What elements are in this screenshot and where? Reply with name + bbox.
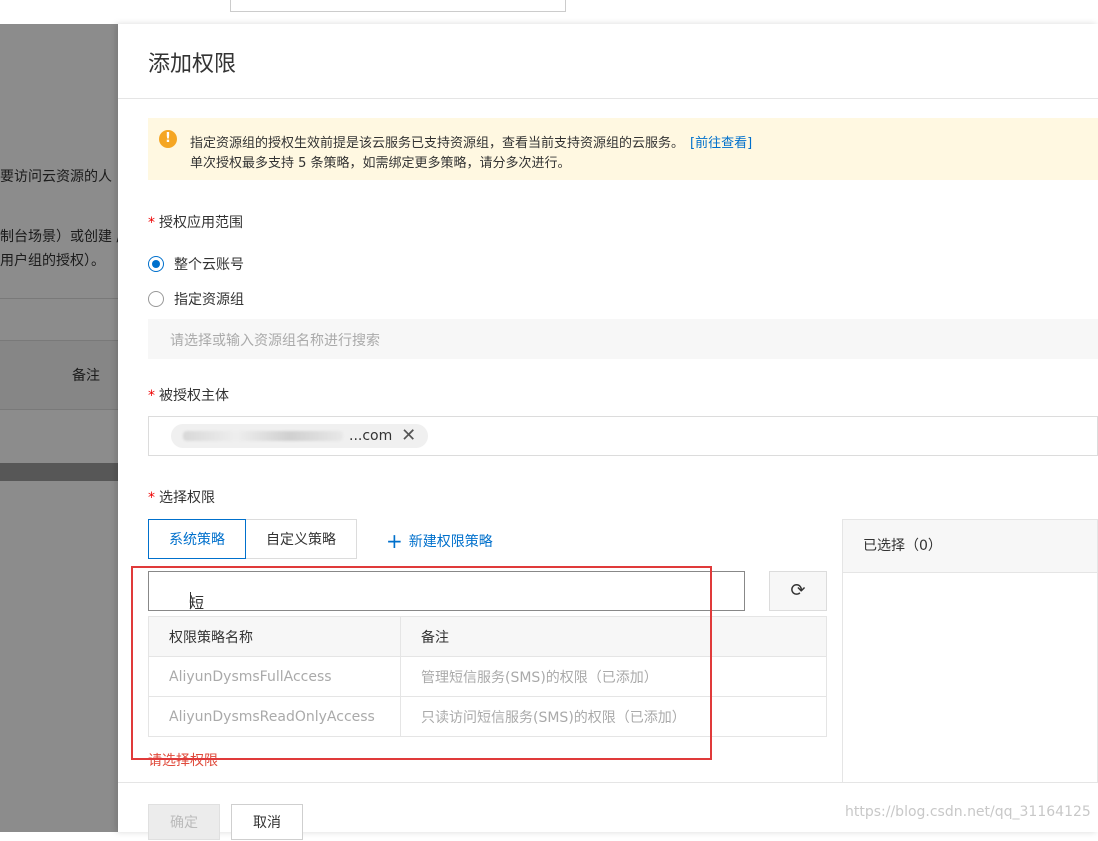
principal-tag: ...com ✕ <box>171 424 429 448</box>
refresh-button[interactable]: ⟳ <box>769 571 827 611</box>
selected-policies-panel: 已选择（0） <box>842 519 1098 783</box>
background-search-input <box>230 0 566 12</box>
notice-text: 指定资源组的授权生效前提是该云服务已支持资源组，查看当前支持资源组的云服务。 <box>190 136 685 151</box>
refresh-icon: ⟳ <box>790 580 806 601</box>
principal-label: * 被授权主体 <box>148 385 229 405</box>
title-divider <box>118 98 1098 99</box>
permission-label: * 选择权限 <box>148 487 215 507</box>
cancel-button[interactable]: 取消 <box>231 804 303 840</box>
footer-divider <box>118 782 1098 783</box>
selected-header: 已选择（0） <box>843 520 1097 573</box>
view-link[interactable]: [前往查看] <box>690 136 752 151</box>
plus-icon: + <box>386 529 403 553</box>
radio-checked-icon[interactable] <box>148 256 164 272</box>
notice-banner: ! 指定资源组的授权生效前提是该云服务已支持资源组，查看当前支持资源组的云服务。… <box>148 118 1098 180</box>
tab-system-policy[interactable]: 系统策略 <box>148 519 246 559</box>
watermark-text: https://blog.csdn.net/qq_31164125 <box>845 804 1091 820</box>
scope-label: * 授权应用范围 <box>148 212 243 232</box>
add-permission-drawer: 添加权限 ! 指定资源组的授权生效前提是该云服务已支持资源组，查看当前支持资源组… <box>118 24 1098 840</box>
principal-input[interactable]: ...com ✕ <box>148 416 1098 456</box>
background-topbar <box>0 0 1098 24</box>
radio-resource-group[interactable]: 指定资源组 <box>148 289 244 309</box>
policy-tabs: 系统策略 自定义策略 <box>148 519 357 559</box>
required-mark: * <box>148 490 155 506</box>
radio-label: 整个云账号 <box>174 257 244 273</box>
radio-whole-account[interactable]: 整个云账号 <box>148 254 244 274</box>
required-mark: * <box>148 215 155 231</box>
resource-group-select[interactable]: 请选择或输入资源组名称进行搜索 <box>148 319 1098 359</box>
notice-text-line2: 单次授权最多支持 5 条策略，如需绑定更多策略，请分多次进行。 <box>190 156 571 171</box>
scope-label-text: 授权应用范围 <box>159 215 243 231</box>
close-icon[interactable]: ✕ <box>401 424 416 448</box>
resource-group-placeholder: 请选择或输入资源组名称进行搜索 <box>170 333 380 349</box>
highlight-annotation-box <box>131 566 712 760</box>
overlay-mask[interactable] <box>0 24 118 832</box>
required-mark: * <box>148 388 155 404</box>
principal-value: ...com <box>349 428 393 444</box>
new-policy-link[interactable]: + 新建权限策略 <box>386 529 493 553</box>
radio-unchecked-icon[interactable] <box>148 291 164 307</box>
drawer-title: 添加权限 <box>148 52 237 77</box>
radio-label: 指定资源组 <box>174 292 244 308</box>
confirm-button[interactable]: 确定 <box>148 804 220 840</box>
warning-icon: ! <box>159 130 177 148</box>
principal-label-text: 被授权主体 <box>159 388 229 404</box>
tab-custom-policy[interactable]: 自定义策略 <box>246 519 357 559</box>
new-policy-label: 新建权限策略 <box>408 534 493 550</box>
notice-text-line1: 指定资源组的授权生效前提是该云服务已支持资源组，查看当前支持资源组的云服务。 [前… <box>190 132 752 151</box>
redacted-email <box>183 431 343 441</box>
permission-label-text: 选择权限 <box>159 490 215 506</box>
